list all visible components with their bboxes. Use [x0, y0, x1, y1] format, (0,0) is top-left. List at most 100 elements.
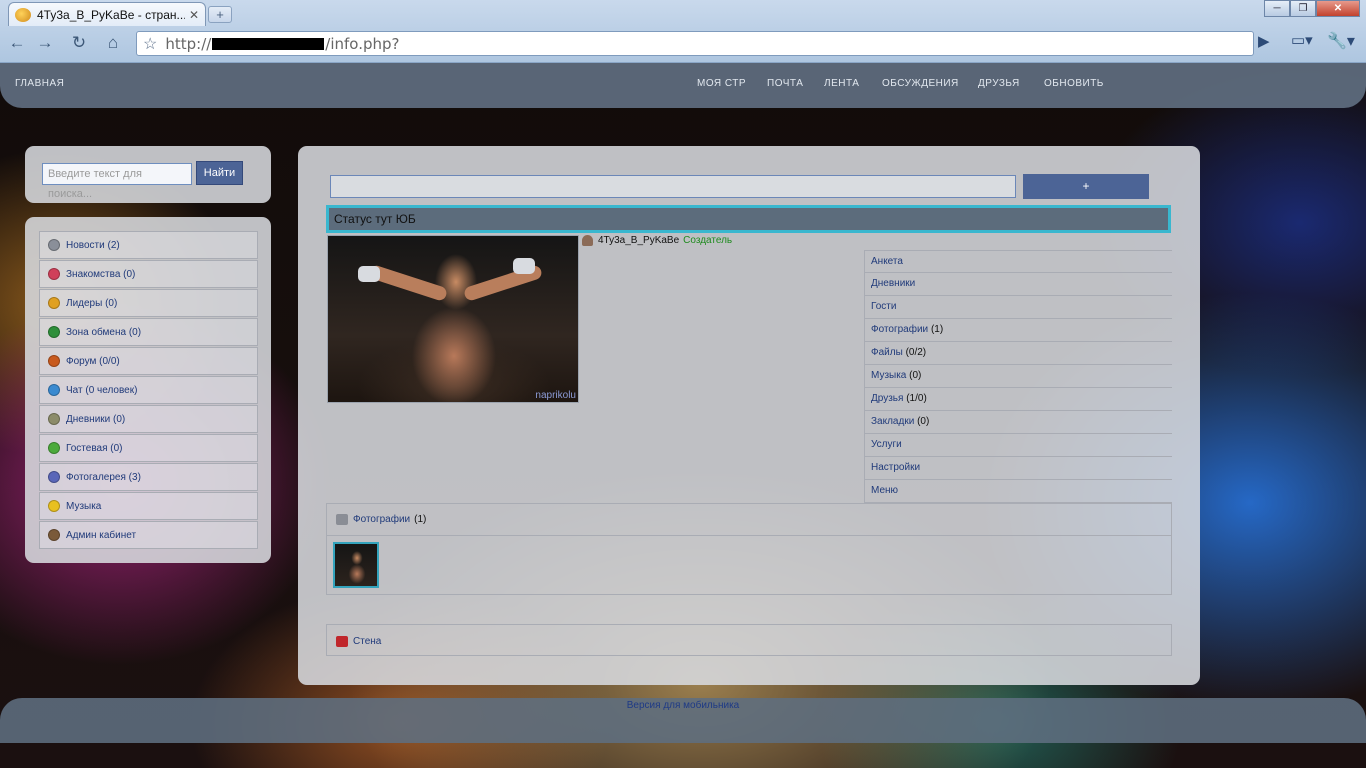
tab-title: 4Ty3a_B_PyKaBe - стран... — [37, 7, 185, 22]
wrench-icon[interactable]: 🔧▾ — [1327, 31, 1355, 51]
sidebar-item-news[interactable]: Новости (2) — [39, 231, 258, 259]
profile-menu-services[interactable]: Услуги — [864, 434, 1172, 457]
chat-icon — [48, 384, 60, 396]
sidebar-item-gallery[interactable]: Фотогалерея (3) — [39, 463, 258, 491]
page-footer: Версия для мобильника — [0, 698, 1366, 743]
forward-arrow-icon[interactable]: → — [32, 29, 58, 57]
sidebar-item-label: Знакомства (0) — [66, 268, 136, 280]
photos-link[interactable]: Фотографии — [353, 514, 410, 525]
search-button[interactable]: Найти — [196, 161, 243, 185]
sidebar-item-label: Музыка — [66, 500, 102, 512]
nav-discussions[interactable]: ОБСУЖДЕНИЯ — [882, 78, 959, 89]
browser-tab[interactable]: 4Ty3a_B_PyKaBe - стран... ✕ — [8, 2, 206, 26]
profile-menu-label: Файлы — [871, 347, 903, 358]
address-bar[interactable]: ☆ http:// /info.php? — [136, 31, 1254, 56]
forum-icon — [48, 355, 60, 367]
profile-menu-guests[interactable]: Гости — [864, 296, 1172, 319]
nickname: 4Ty3a_B_PyKaBe — [598, 235, 680, 246]
tab-close-icon[interactable]: ✕ — [189, 8, 199, 22]
nav-refresh[interactable]: ОБНОВИТЬ — [1044, 78, 1104, 89]
browser-chrome: 4Ty3a_B_PyKaBe - стран... ✕ + ─ ❐ ✕ ← → … — [0, 0, 1366, 63]
add-button[interactable]: + — [1023, 174, 1149, 199]
profile-menu-anketa[interactable]: Анкета — [864, 250, 1172, 273]
profile-menu-label: Музыка — [871, 370, 907, 381]
profile-menu-label: Гости — [871, 301, 897, 312]
sidebar-item-chat[interactable]: Чат (0 человек) — [39, 376, 258, 404]
profile-menu-photos[interactable]: Фотографии (1) — [864, 319, 1172, 342]
profile-menu-music[interactable]: Музыка (0) — [864, 365, 1172, 388]
sidebar-item-label: Чат (0 человек) — [66, 384, 138, 396]
reload-icon[interactable]: ↻ — [66, 29, 92, 57]
profile-menu-count: (1) — [930, 324, 944, 335]
exchange-icon — [48, 326, 60, 338]
guestbook-icon — [48, 442, 60, 454]
role-badge: Создатель — [683, 235, 733, 246]
status-input[interactable] — [330, 175, 1016, 198]
sidebar-item-exchange[interactable]: Зона обмена (0) — [39, 318, 258, 346]
heart-icon — [48, 268, 60, 280]
nav-my-page[interactable]: МОЯ СТР — [697, 78, 746, 89]
leaders-icon — [48, 297, 60, 309]
admin-icon — [48, 529, 60, 541]
sidebar-item-label: Лидеры (0) — [66, 297, 118, 309]
mobile-version-link[interactable]: Версия для мобильника — [627, 700, 740, 711]
nav-friends[interactable]: ДРУЗЬЯ — [978, 78, 1020, 89]
wall-section: Стена — [326, 624, 1172, 656]
close-window-button[interactable]: ✕ — [1316, 0, 1360, 17]
minimize-button[interactable]: ─ — [1264, 0, 1290, 17]
profile-menu-menu[interactable]: Меню — [864, 480, 1172, 503]
gallery-icon — [48, 471, 60, 483]
photos-header[interactable]: Фотографии (1) — [327, 504, 1171, 536]
diary-icon — [48, 413, 60, 425]
url-text: http:// /info.php? — [165, 35, 399, 53]
photo-thumbnail[interactable] — [333, 542, 379, 588]
profile-menu-count: (1/0) — [906, 393, 927, 404]
profile-photo[interactable]: naprikolu — [327, 235, 579, 403]
photo-detail — [358, 266, 380, 282]
profile-menu-count: (0) — [909, 370, 922, 381]
bookmark-star-icon[interactable]: ☆ — [143, 34, 157, 54]
photo-watermark: naprikolu — [535, 390, 576, 401]
sidebar-item-label: Админ кабинет — [66, 529, 137, 541]
main-panel: + Статус тут ЮБ naprikolu 4Ty3a_B_PyKaBe… — [298, 146, 1200, 685]
profile-menu-label: Меню — [871, 485, 899, 496]
search-panel: Введите текст для поиска... Найти — [25, 146, 271, 203]
sidebar-item-admin[interactable]: Админ кабинет — [39, 521, 258, 549]
photo-detail — [513, 258, 535, 274]
sidebar-item-music[interactable]: Музыка — [39, 492, 258, 520]
home-icon[interactable]: ⌂ — [100, 29, 126, 57]
user-icon — [582, 235, 593, 246]
back-arrow-icon[interactable]: ← — [4, 29, 30, 57]
camera-icon — [336, 514, 348, 525]
profile-menu-count: (0) — [917, 416, 930, 427]
sidebar-item-forum[interactable]: Форум (0/0) — [39, 347, 258, 375]
go-arrow-icon[interactable]: ▶ — [1258, 32, 1270, 50]
new-tab-button[interactable]: + — [208, 6, 232, 23]
profile-menu-bookmarks[interactable]: Закладки (0) — [864, 411, 1172, 434]
profile-menu-friends[interactable]: Друзья (1/0) — [864, 388, 1172, 411]
sidebar-item-leaders[interactable]: Лидеры (0) — [39, 289, 258, 317]
page-menu-icon[interactable]: ▭▾ — [1291, 31, 1313, 49]
sidebar-item-guestbook[interactable]: Гостевая (0) — [39, 434, 258, 462]
profile-menu-settings[interactable]: Настройки — [864, 457, 1172, 480]
search-input[interactable]: Введите текст для поиска... — [42, 163, 192, 200]
nav-feed[interactable]: ЛЕНТА — [824, 78, 859, 89]
page-viewport: ГЛАВНАЯ МОЯ СТР ПОЧТА ЛЕНТА ОБСУЖДЕНИЯ Д… — [0, 63, 1366, 768]
wall-link[interactable]: Стена — [353, 636, 381, 647]
profile-menu-label: Настройки — [871, 462, 921, 473]
nav-mail[interactable]: ПОЧТА — [767, 78, 803, 89]
music-icon — [48, 500, 60, 512]
maximize-button[interactable]: ❐ — [1290, 0, 1316, 17]
profile-menu-files[interactable]: Файлы (0/2) — [864, 342, 1172, 365]
sidebar-item-label: Дневники (0) — [66, 413, 126, 425]
sidebar-item-diaries[interactable]: Дневники (0) — [39, 405, 258, 433]
sidebar-item-label: Зона обмена (0) — [66, 326, 142, 338]
profile-menu-label: Анкета — [871, 256, 903, 267]
wall-header[interactable]: Стена — [327, 625, 1171, 657]
sidebar-item-dating[interactable]: Знакомства (0) — [39, 260, 258, 288]
profile-menu-label: Закладки — [871, 416, 915, 427]
wall-icon — [336, 635, 348, 647]
nav-home[interactable]: ГЛАВНАЯ — [15, 78, 64, 89]
profile-menu-diaries[interactable]: Дневники — [864, 273, 1172, 296]
site-favicon-icon — [15, 7, 31, 22]
